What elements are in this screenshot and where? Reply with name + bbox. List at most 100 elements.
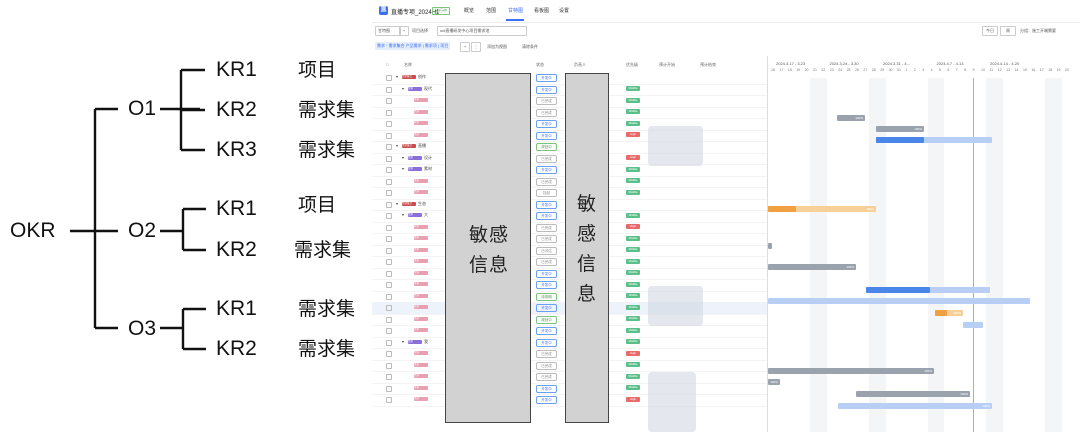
priority-badge[interactable]: Middle bbox=[626, 97, 640, 103]
col-start[interactable]: 预计开始 bbox=[659, 62, 675, 68]
expand-toggle-icon[interactable]: ▾ bbox=[396, 74, 398, 79]
gantt-bar[interactable]: 100% bbox=[837, 115, 865, 121]
status-badge[interactable]: 开发中 bbox=[536, 396, 557, 404]
item-name[interactable]: 创作 bbox=[418, 74, 426, 80]
status-badge[interactable]: 开发中 bbox=[536, 338, 557, 347]
status-badge[interactable]: 已完成 bbox=[536, 108, 557, 117]
priority-badge[interactable]: Middle bbox=[626, 212, 640, 218]
tab-settings[interactable]: 设置 bbox=[559, 7, 569, 14]
row-checkbox[interactable] bbox=[386, 247, 392, 254]
priority-badge[interactable]: High bbox=[626, 396, 640, 402]
row-checkbox[interactable] bbox=[386, 236, 392, 242]
status-badge[interactable]: 开发中 bbox=[536, 212, 557, 220]
status-badge[interactable]: 已完成 bbox=[536, 361, 557, 370]
row-checkbox[interactable] bbox=[386, 351, 392, 357]
priority-badge[interactable]: Middle bbox=[626, 258, 640, 264]
col-status[interactable]: 状态 bbox=[536, 62, 544, 68]
priority-badge[interactable]: Middle bbox=[626, 281, 640, 287]
status-badge[interactable]: 已评估 bbox=[536, 246, 557, 255]
priority-badge[interactable]: Middle bbox=[626, 362, 640, 367]
save-as-view-link[interactable]: 添加为视图 bbox=[487, 44, 507, 50]
time-unit-select[interactable]: 周 bbox=[1000, 26, 1016, 36]
status-badge[interactable]: 开发中 bbox=[536, 120, 557, 128]
priority-badge[interactable]: High bbox=[626, 224, 640, 229]
col-owner[interactable]: 负责人 bbox=[574, 62, 586, 68]
expand-toggle-icon[interactable]: ▾ bbox=[402, 166, 404, 171]
priority-badge[interactable]: Middle bbox=[626, 316, 640, 321]
group-mode-label[interactable]: 分组：施工开端需要 bbox=[1020, 28, 1056, 34]
priority-badge[interactable]: Middle bbox=[626, 327, 640, 333]
expand-toggle-icon[interactable]: ▾ bbox=[402, 86, 404, 91]
item-name[interactable]: 我 bbox=[424, 339, 428, 345]
priority-badge[interactable]: High bbox=[626, 132, 640, 137]
priority-badge[interactable]: Middle bbox=[626, 247, 640, 252]
project-filter-select[interactable]: odi直播研发中心项目需求池 bbox=[437, 26, 527, 36]
row-checkbox[interactable] bbox=[386, 86, 392, 93]
gantt-bar[interactable]: 100% bbox=[768, 368, 934, 374]
col-priority[interactable]: 优先级 bbox=[626, 62, 638, 68]
row-checkbox[interactable] bbox=[386, 305, 392, 311]
status-badge[interactable]: 开发中 bbox=[536, 304, 557, 312]
gantt-bar[interactable] bbox=[768, 298, 1030, 304]
status-badge[interactable]: 规划中 bbox=[536, 315, 557, 324]
expand-toggle-icon[interactable]: ▾ bbox=[402, 212, 404, 217]
row-checkbox[interactable] bbox=[386, 155, 392, 162]
status-badge[interactable]: 已完成 bbox=[536, 223, 557, 232]
priority-badge[interactable]: Middle bbox=[626, 385, 640, 390]
status-badge[interactable]: 开发中 bbox=[536, 200, 557, 209]
row-checkbox[interactable] bbox=[386, 397, 392, 403]
tab-overview[interactable]: 概览 bbox=[464, 7, 474, 14]
row-checkbox[interactable] bbox=[386, 259, 392, 265]
gantt-bar[interactable] bbox=[935, 310, 947, 316]
row-checkbox[interactable] bbox=[386, 121, 392, 127]
row-checkbox[interactable] bbox=[386, 144, 392, 150]
priority-badge[interactable]: Middle bbox=[626, 166, 640, 172]
status-badge[interactable]: 开发中 bbox=[536, 166, 557, 174]
row-checkbox[interactable] bbox=[386, 167, 392, 173]
row-checkbox[interactable] bbox=[386, 109, 392, 116]
priority-badge[interactable]: Middle bbox=[626, 189, 640, 195]
gantt-bar[interactable]: 100% bbox=[856, 391, 970, 397]
row-checkbox[interactable] bbox=[386, 374, 392, 380]
row-checkbox[interactable] bbox=[386, 339, 392, 346]
add-button[interactable]: + bbox=[399, 26, 409, 36]
tab-scope[interactable]: 范围 bbox=[486, 7, 496, 14]
priority-badge[interactable]: Middle bbox=[626, 373, 640, 379]
row-checkbox[interactable] bbox=[386, 201, 392, 208]
header-checkbox[interactable]: □ bbox=[386, 62, 388, 67]
status-badge[interactable]: 开发中 bbox=[536, 327, 557, 335]
item-name[interactable]: 生态 bbox=[418, 201, 426, 207]
priority-badge[interactable]: Middle bbox=[626, 178, 640, 183]
row-checkbox[interactable] bbox=[386, 178, 392, 185]
row-checkbox[interactable] bbox=[386, 385, 392, 392]
status-badge[interactable]: 已完成 bbox=[536, 235, 557, 243]
item-name[interactable]: 大 bbox=[424, 212, 428, 218]
filter-more-button[interactable]: ⋮ bbox=[471, 42, 481, 52]
row-checkbox[interactable] bbox=[386, 328, 392, 334]
status-badge[interactable]: 开发中 bbox=[536, 384, 557, 393]
tab-board[interactable]: 看板图 bbox=[534, 7, 549, 14]
filter-chip[interactable]: 需求 · 需求集合 产品需求 | 需求项 | 项目 bbox=[375, 42, 451, 50]
row-checkbox[interactable] bbox=[386, 282, 392, 288]
status-badge[interactable]: 挂起 bbox=[536, 189, 557, 197]
col-name[interactable]: 名称 bbox=[404, 62, 412, 68]
col-end[interactable]: 预计结束 bbox=[700, 62, 716, 68]
expand-toggle-icon[interactable]: ▾ bbox=[402, 339, 404, 344]
clear-filter-link[interactable]: 清除条件 bbox=[522, 44, 538, 50]
gantt-bar[interactable]: 100% bbox=[876, 126, 924, 132]
gantt-bar[interactable] bbox=[768, 206, 796, 212]
status-badge[interactable]: 已完成 bbox=[536, 258, 557, 266]
status-badge[interactable]: 已完成 bbox=[536, 177, 557, 186]
today-button[interactable]: 今日 bbox=[982, 26, 998, 36]
tab-gantt[interactable]: 甘特图 bbox=[508, 7, 523, 14]
add-filter-button[interactable]: + bbox=[460, 42, 470, 52]
row-checkbox[interactable] bbox=[386, 213, 392, 219]
row-checkbox[interactable] bbox=[386, 362, 392, 369]
priority-badge[interactable]: Middle bbox=[626, 86, 640, 91]
gantt-bar[interactable] bbox=[768, 243, 772, 249]
status-badge[interactable]: 待排期 bbox=[536, 292, 557, 301]
status-badge[interactable]: 已完成 bbox=[536, 154, 557, 163]
priority-badge[interactable]: Middle bbox=[626, 120, 640, 126]
priority-badge[interactable]: High bbox=[626, 155, 640, 160]
priority-badge[interactable]: Middle bbox=[626, 293, 640, 298]
